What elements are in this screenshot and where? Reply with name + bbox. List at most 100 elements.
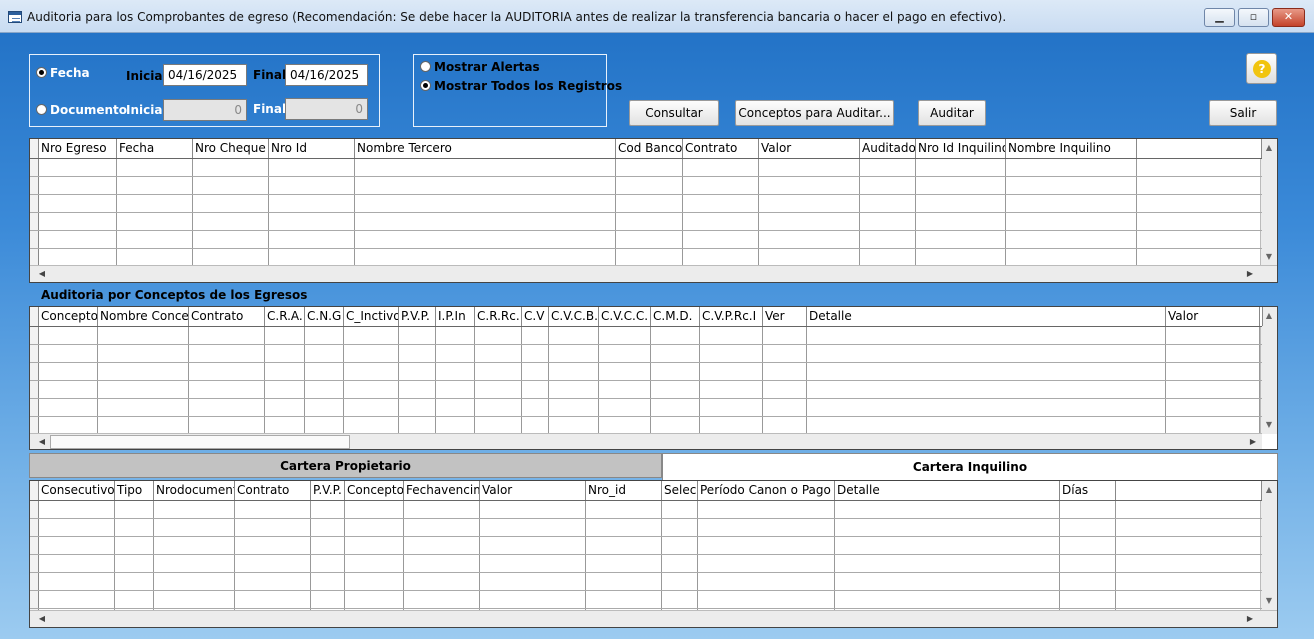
close-button[interactable]: ✕ bbox=[1272, 8, 1305, 27]
column-header-concepto[interactable]: Concepto bbox=[345, 481, 404, 500]
column-header-nro-egreso[interactable]: Nro Egreso bbox=[39, 139, 117, 158]
column-header-nrodocumento[interactable]: Nrodocumento bbox=[154, 481, 235, 500]
doc-inicial-input[interactable]: 0 bbox=[163, 99, 247, 121]
column-header-consecutivo[interactable]: Consecutivo bbox=[39, 481, 115, 500]
column-header-valor[interactable]: Valor bbox=[1166, 307, 1260, 326]
hscroll-thumb[interactable] bbox=[50, 435, 350, 449]
conceptos-hscroll[interactable]: ◀ ▶ bbox=[30, 433, 1262, 449]
column-header-detalle[interactable]: Detalle bbox=[835, 481, 1060, 500]
table-row[interactable] bbox=[30, 590, 1262, 591]
table-row[interactable] bbox=[30, 554, 1262, 555]
column-divider bbox=[310, 500, 311, 610]
column-header-d-as[interactable]: Días bbox=[1060, 481, 1116, 500]
scroll-right-icon[interactable]: ▶ bbox=[1245, 434, 1261, 449]
tab-cartera-inquilino[interactable]: Cartera Inquilino bbox=[662, 453, 1278, 480]
cartera-grid[interactable]: ▲ ▼ ◀ ▶ ConsecutivoTipoNrodocumentoContr… bbox=[29, 480, 1278, 628]
column-header-selec[interactable]: Selec bbox=[662, 481, 698, 500]
conceptos-auditar-button[interactable]: Conceptos para Auditar... bbox=[735, 100, 894, 126]
column-header-nombre-tercero[interactable]: Nombre Tercero bbox=[355, 139, 616, 158]
column-header-per-odo-canon-o-pago[interactable]: Período Canon o Pago bbox=[698, 481, 835, 500]
column-header-i-p-in[interactable]: I.P.In bbox=[436, 307, 475, 326]
scroll-left-icon[interactable]: ◀ bbox=[34, 611, 50, 627]
column-header-p-v-p[interactable]: P.V.P. bbox=[311, 481, 345, 500]
doc-inicial-label: Inicial bbox=[126, 103, 167, 117]
column-header-p-v-p[interactable]: P.V.P. bbox=[399, 307, 436, 326]
table-row[interactable] bbox=[30, 212, 1262, 213]
column-header-fecha[interactable]: Fecha bbox=[117, 139, 193, 158]
scroll-down-icon[interactable]: ▼ bbox=[1261, 417, 1277, 433]
mostrar-todos-radio[interactable] bbox=[420, 80, 431, 91]
table-row[interactable] bbox=[30, 608, 1262, 609]
cartera-vscroll[interactable]: ▲ ▼ bbox=[1260, 481, 1277, 610]
column-header-c-m-d[interactable]: C.M.D. bbox=[651, 307, 700, 326]
scroll-left-icon[interactable]: ◀ bbox=[34, 266, 50, 282]
egresos-grid[interactable]: ▲ ▼ ◀ ▶ Nro Egreso Fecha Nro Cheque Nro Id N… bbox=[29, 138, 1278, 283]
fecha-radio[interactable] bbox=[36, 67, 47, 78]
column-header-valor[interactable]: Valor bbox=[759, 139, 860, 158]
column-header-c-inctivo[interactable]: C_Inctivo bbox=[344, 307, 399, 326]
column-header-tipo[interactable]: Tipo bbox=[115, 481, 154, 500]
maximize-button[interactable]: ▫ bbox=[1238, 8, 1269, 27]
documento-radio[interactable] bbox=[36, 104, 47, 115]
scroll-left-icon[interactable]: ◀ bbox=[34, 434, 50, 449]
column-header-contrato[interactable]: Contrato bbox=[189, 307, 265, 326]
table-row[interactable] bbox=[30, 194, 1262, 195]
column-header-nro-id[interactable]: Nro Id bbox=[269, 139, 355, 158]
table-row[interactable] bbox=[30, 176, 1262, 177]
auditar-button[interactable]: Auditar bbox=[918, 100, 986, 126]
column-header-ver[interactable]: Ver bbox=[763, 307, 807, 326]
scroll-right-icon[interactable]: ▶ bbox=[1242, 266, 1258, 282]
egresos-hscroll[interactable]: ◀ ▶ bbox=[30, 265, 1277, 282]
column-header-c-n-g[interactable]: C.N.G bbox=[305, 307, 344, 326]
table-row[interactable] bbox=[30, 572, 1262, 573]
table-row[interactable] bbox=[30, 380, 1262, 381]
cartera-hscroll[interactable]: ◀ ▶ bbox=[30, 610, 1277, 627]
table-row[interactable] bbox=[30, 362, 1262, 363]
table-row[interactable] bbox=[30, 416, 1262, 417]
scroll-down-icon[interactable]: ▼ bbox=[1261, 593, 1277, 609]
column-header-c-v[interactable]: C.V bbox=[522, 307, 549, 326]
scroll-down-icon[interactable]: ▼ bbox=[1261, 249, 1277, 265]
column-header-c-v-p-rc-i[interactable]: C.V.P.Rc.I bbox=[700, 307, 763, 326]
column-header-auditado[interactable]: Auditado bbox=[860, 139, 916, 158]
scroll-up-icon[interactable]: ▲ bbox=[1261, 140, 1277, 156]
table-row[interactable] bbox=[30, 518, 1262, 519]
column-header-c-v-c-b[interactable]: C.V.C.B. bbox=[549, 307, 599, 326]
table-row[interactable] bbox=[30, 536, 1262, 537]
table-row[interactable] bbox=[30, 344, 1262, 345]
column-header-c-r-rc[interactable]: C.R.Rc. bbox=[475, 307, 522, 326]
column-header-fechavencimiento[interactable]: Fechavencimiento bbox=[404, 481, 480, 500]
tab-cartera-propietario[interactable]: Cartera Propietario bbox=[29, 453, 662, 478]
consultar-button[interactable]: Consultar bbox=[629, 100, 719, 126]
scroll-up-icon[interactable]: ▲ bbox=[1261, 482, 1277, 498]
column-header-nro-id[interactable]: Nro_id bbox=[586, 481, 662, 500]
help-button[interactable]: ? bbox=[1246, 53, 1277, 84]
egresos-vscroll[interactable]: ▲ ▼ bbox=[1260, 139, 1277, 266]
salir-button[interactable]: Salir bbox=[1209, 100, 1277, 126]
column-header-nro-cheque[interactable]: Nro Cheque bbox=[193, 139, 269, 158]
column-header-nombre-concepto[interactable]: Nombre Concepto bbox=[98, 307, 189, 326]
column-header-c-v-c-c[interactable]: C.V.C.C. bbox=[599, 307, 651, 326]
column-header-concepto[interactable]: Concepto bbox=[39, 307, 98, 326]
scroll-right-icon[interactable]: ▶ bbox=[1242, 611, 1258, 627]
fecha-final-input[interactable]: 04/16/2025 bbox=[285, 64, 368, 86]
mostrar-alertas-radio[interactable] bbox=[420, 61, 431, 72]
column-header-nro-id-inquilino[interactable]: Nro Id Inquilino bbox=[916, 139, 1006, 158]
conceptos-grid[interactable]: ▲ ▼ ◀ ▶ ConceptoNombre ConceptoContratoC… bbox=[29, 306, 1278, 450]
column-header-detalle[interactable]: Detalle bbox=[807, 307, 1166, 326]
column-header-nombre-inquilino[interactable]: Nombre Inquilino bbox=[1006, 139, 1137, 158]
doc-final-input[interactable]: 0 bbox=[285, 98, 368, 120]
column-header-cod-banco[interactable]: Cod Banco bbox=[616, 139, 683, 158]
table-row[interactable] bbox=[30, 398, 1262, 399]
fecha-label: Fecha bbox=[50, 66, 90, 80]
table-row[interactable] bbox=[30, 248, 1262, 249]
scroll-up-icon[interactable]: ▲ bbox=[1261, 308, 1277, 324]
minimize-button[interactable]: ▁ bbox=[1204, 8, 1235, 27]
column-header-contrato[interactable]: Contrato bbox=[235, 481, 311, 500]
table-row[interactable] bbox=[30, 230, 1262, 231]
column-header-c-r-a[interactable]: C.R.A. bbox=[265, 307, 305, 326]
fecha-inicial-input[interactable]: 04/16/2025 bbox=[163, 64, 247, 86]
column-header-contrato[interactable]: Contrato bbox=[683, 139, 759, 158]
column-header-valor[interactable]: Valor bbox=[480, 481, 586, 500]
conceptos-vscroll[interactable]: ▲ ▼ bbox=[1260, 307, 1277, 434]
